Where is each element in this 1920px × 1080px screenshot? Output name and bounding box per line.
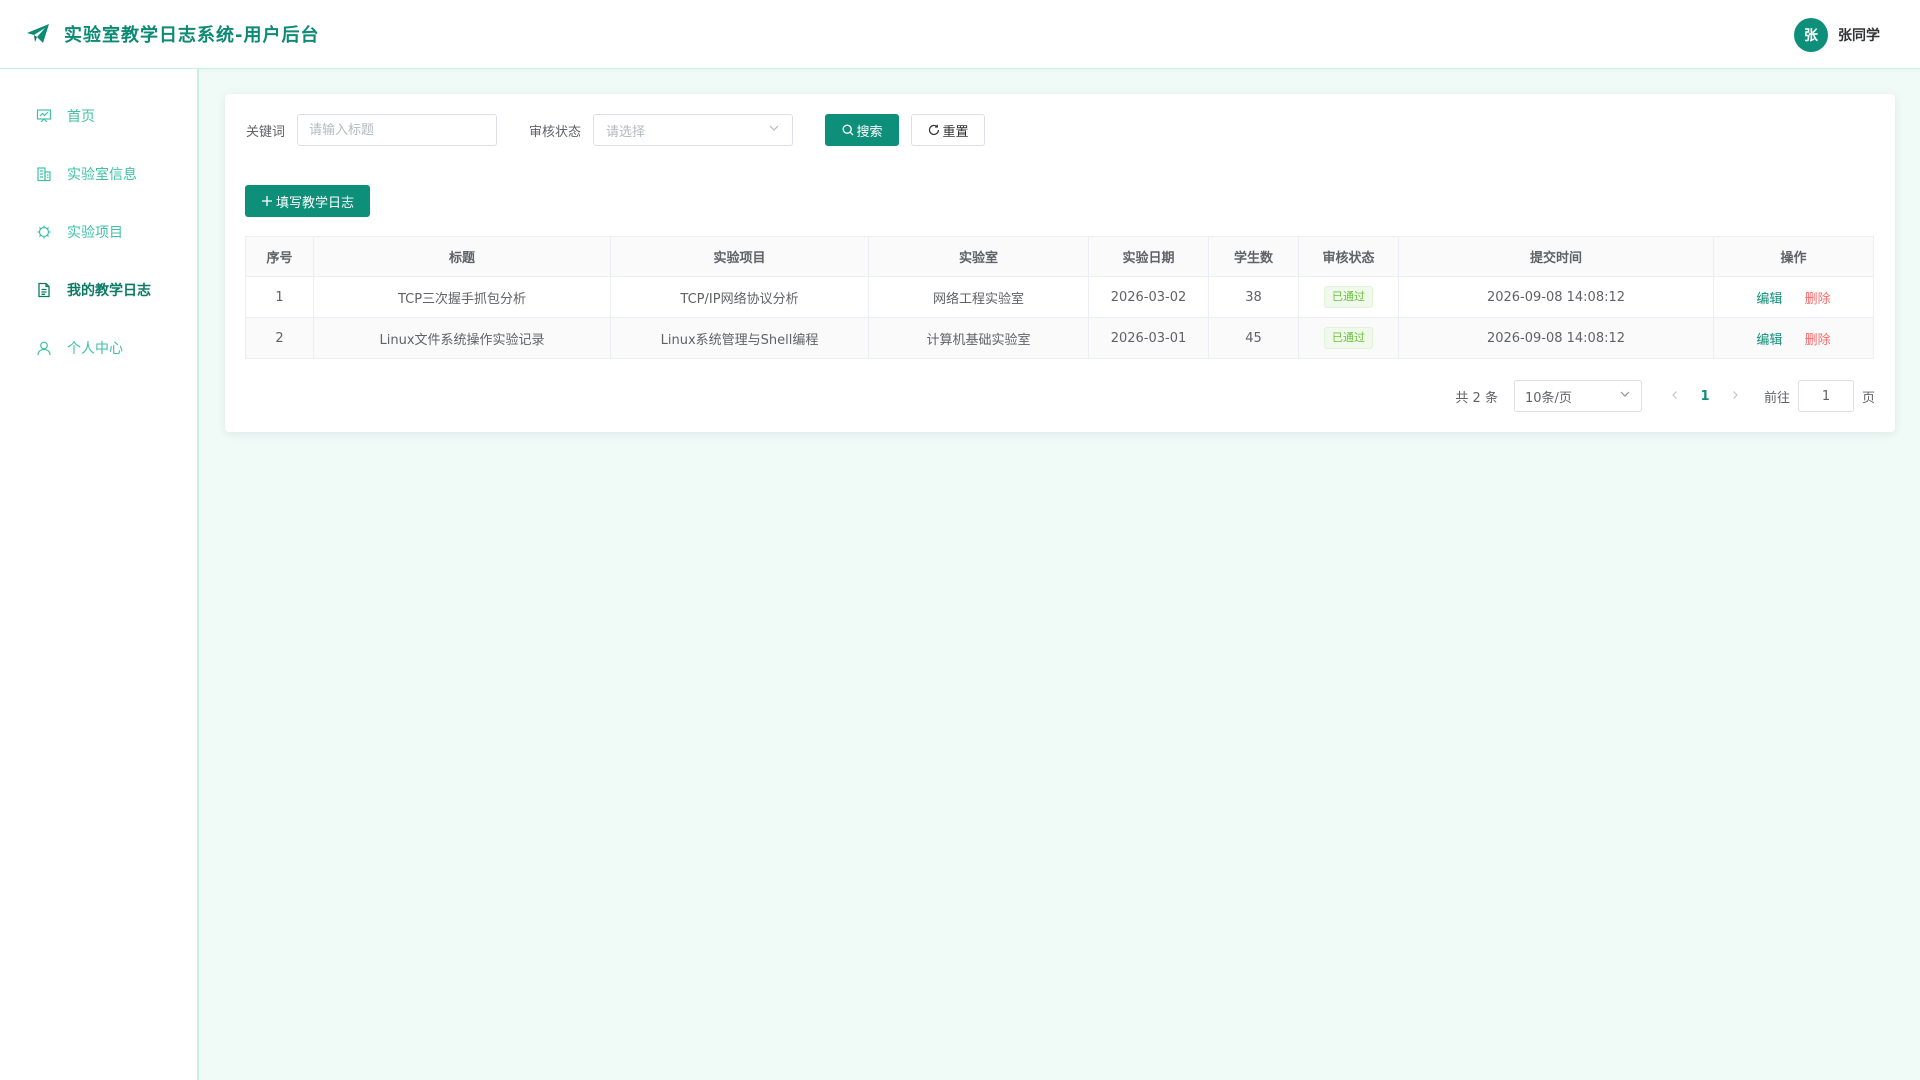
sidebar-item-home[interactable]: 首页 — [0, 87, 197, 145]
cell-lab: 网络工程实验室 — [868, 276, 1089, 318]
edit-link[interactable]: 编辑 — [1756, 333, 1782, 348]
cell-submitted: 2026-09-08 14:08:12 — [1398, 276, 1714, 318]
cell-status: 已通过 — [1298, 276, 1399, 318]
column-header: 实验室 — [868, 236, 1089, 277]
filter-bar: 关键词 审核状态 请选择 搜索 重置 — [246, 114, 986, 146]
column-header: 标题 — [313, 236, 611, 277]
page-number[interactable]: 1 — [1690, 389, 1720, 404]
column-header: 序号 — [245, 236, 314, 277]
cell-students: 45 — [1208, 317, 1299, 359]
search-button-label: 搜索 — [856, 124, 883, 140]
next-page-icon[interactable] — [1720, 388, 1750, 404]
status-badge: 已通过 — [1324, 286, 1373, 308]
cell-index: 2 — [245, 317, 314, 359]
page-size-value: 10条/页 — [1524, 390, 1572, 406]
edit-link[interactable]: 编辑 — [1756, 292, 1782, 307]
sidebar-item-profile[interactable]: 个人中心 — [0, 319, 197, 377]
table-row: 1 TCP三次握手抓包分析 TCP/IP网络协议分析 网络工程实验室 2026-… — [245, 276, 1874, 318]
user-icon — [35, 339, 53, 357]
logs-table: 序号 标题 实验项目 实验室 实验日期 学生数 审核状态 提交时间 操作 1 T… — [245, 236, 1874, 359]
page-size-select[interactable]: 10条/页 — [1513, 380, 1642, 412]
reset-button[interactable]: 重置 — [911, 114, 986, 146]
avatar[interactable]: 张 — [1794, 18, 1828, 52]
plus-icon — [261, 195, 273, 207]
sidebar: 首页 实验室信息 实验项目 我的教学日志 个人中心 — [0, 69, 199, 1080]
delete-link[interactable]: 删除 — [1805, 292, 1831, 307]
sidebar-item-label: 实验项目 — [67, 225, 123, 241]
chevron-down-icon — [1619, 388, 1631, 404]
user-menu[interactable]: 张 张同学 — [1794, 18, 1880, 52]
table-header-row: 序号 标题 实验项目 实验室 实验日期 学生数 审核状态 提交时间 操作 — [245, 236, 1874, 277]
chevron-down-icon — [768, 122, 780, 138]
page-suffix: 页 — [1861, 390, 1875, 406]
dashboard-icon — [35, 107, 53, 125]
pagination-total: 共 2 条 — [1455, 390, 1498, 406]
cell-project: TCP/IP网络协议分析 — [610, 276, 869, 318]
paper-plane-icon — [26, 22, 50, 46]
goto-page-input[interactable]: 1 — [1797, 380, 1854, 412]
keyword-input[interactable] — [297, 114, 498, 146]
sidebar-item-lab-info[interactable]: 实验室信息 — [0, 145, 197, 203]
sidebar-item-lab-projects[interactable]: 实验项目 — [0, 203, 197, 261]
app-title: 实验室教学日志系统-用户后台 — [64, 25, 320, 46]
cell-title: Linux文件系统操作实验记录 — [313, 317, 611, 359]
status-badge: 已通过 — [1324, 327, 1373, 349]
cell-actions: 编辑 删除 — [1713, 276, 1874, 318]
refresh-icon — [928, 124, 940, 136]
cell-date: 2026-03-01 — [1088, 317, 1209, 359]
cell-title: TCP三次握手抓包分析 — [313, 276, 611, 318]
reset-button-label: 重置 — [942, 124, 969, 140]
status-select-placeholder: 请选择 — [606, 124, 646, 140]
sidebar-item-my-logs[interactable]: 我的教学日志 — [0, 261, 197, 319]
keyword-label: 关键词 — [246, 124, 286, 140]
cell-status: 已通过 — [1298, 317, 1399, 359]
sidebar-item-label: 实验室信息 — [67, 167, 137, 183]
column-header: 审核状态 — [1298, 236, 1399, 277]
column-header: 提交时间 — [1398, 236, 1714, 277]
sidebar-item-label: 个人中心 — [67, 341, 123, 357]
sidebar-item-label: 首页 — [67, 109, 95, 125]
column-header: 实验日期 — [1088, 236, 1209, 277]
building-icon — [35, 165, 53, 183]
document-icon — [35, 281, 53, 299]
search-icon — [842, 124, 854, 136]
pagination: 共 2 条 10条/页 1 前往 1 页 — [1455, 380, 1875, 412]
cell-date: 2026-03-02 — [1088, 276, 1209, 318]
cell-actions: 编辑 删除 — [1713, 317, 1874, 359]
page-jumper: 前往 1 页 — [1764, 380, 1875, 412]
search-button[interactable]: 搜索 — [825, 114, 900, 146]
delete-link[interactable]: 删除 — [1805, 333, 1831, 348]
cell-project: Linux系统管理与Shell编程 — [610, 317, 869, 359]
goto-label: 前往 — [1763, 390, 1790, 406]
column-header: 学生数 — [1208, 236, 1299, 277]
column-header: 实验项目 — [610, 236, 869, 277]
main-card: 关键词 审核状态 请选择 搜索 重置 填写教学日志 — [225, 94, 1895, 432]
table-row: 2 Linux文件系统操作实验记录 Linux系统管理与Shell编程 计算机基… — [245, 317, 1874, 359]
add-log-button[interactable]: 填写教学日志 — [245, 185, 371, 217]
status-select[interactable]: 请选择 — [593, 114, 794, 146]
brand[interactable]: 实验室教学日志系统-用户后台 — [26, 21, 319, 47]
user-name[interactable]: 张同学 — [1838, 25, 1880, 45]
cell-students: 38 — [1208, 276, 1299, 318]
status-label: 审核状态 — [529, 124, 582, 140]
top-header: 实验室教学日志系统-用户后台 张 张同学 — [0, 0, 1920, 69]
add-log-button-label: 填写教学日志 — [276, 195, 355, 211]
column-header: 操作 — [1713, 236, 1874, 277]
cell-lab: 计算机基础实验室 — [868, 317, 1089, 359]
cell-submitted: 2026-09-08 14:08:12 — [1398, 317, 1714, 359]
cell-index: 1 — [245, 276, 314, 318]
sidebar-item-label: 我的教学日志 — [67, 283, 151, 299]
prev-page-icon[interactable] — [1660, 388, 1690, 404]
chip-icon — [35, 223, 53, 241]
